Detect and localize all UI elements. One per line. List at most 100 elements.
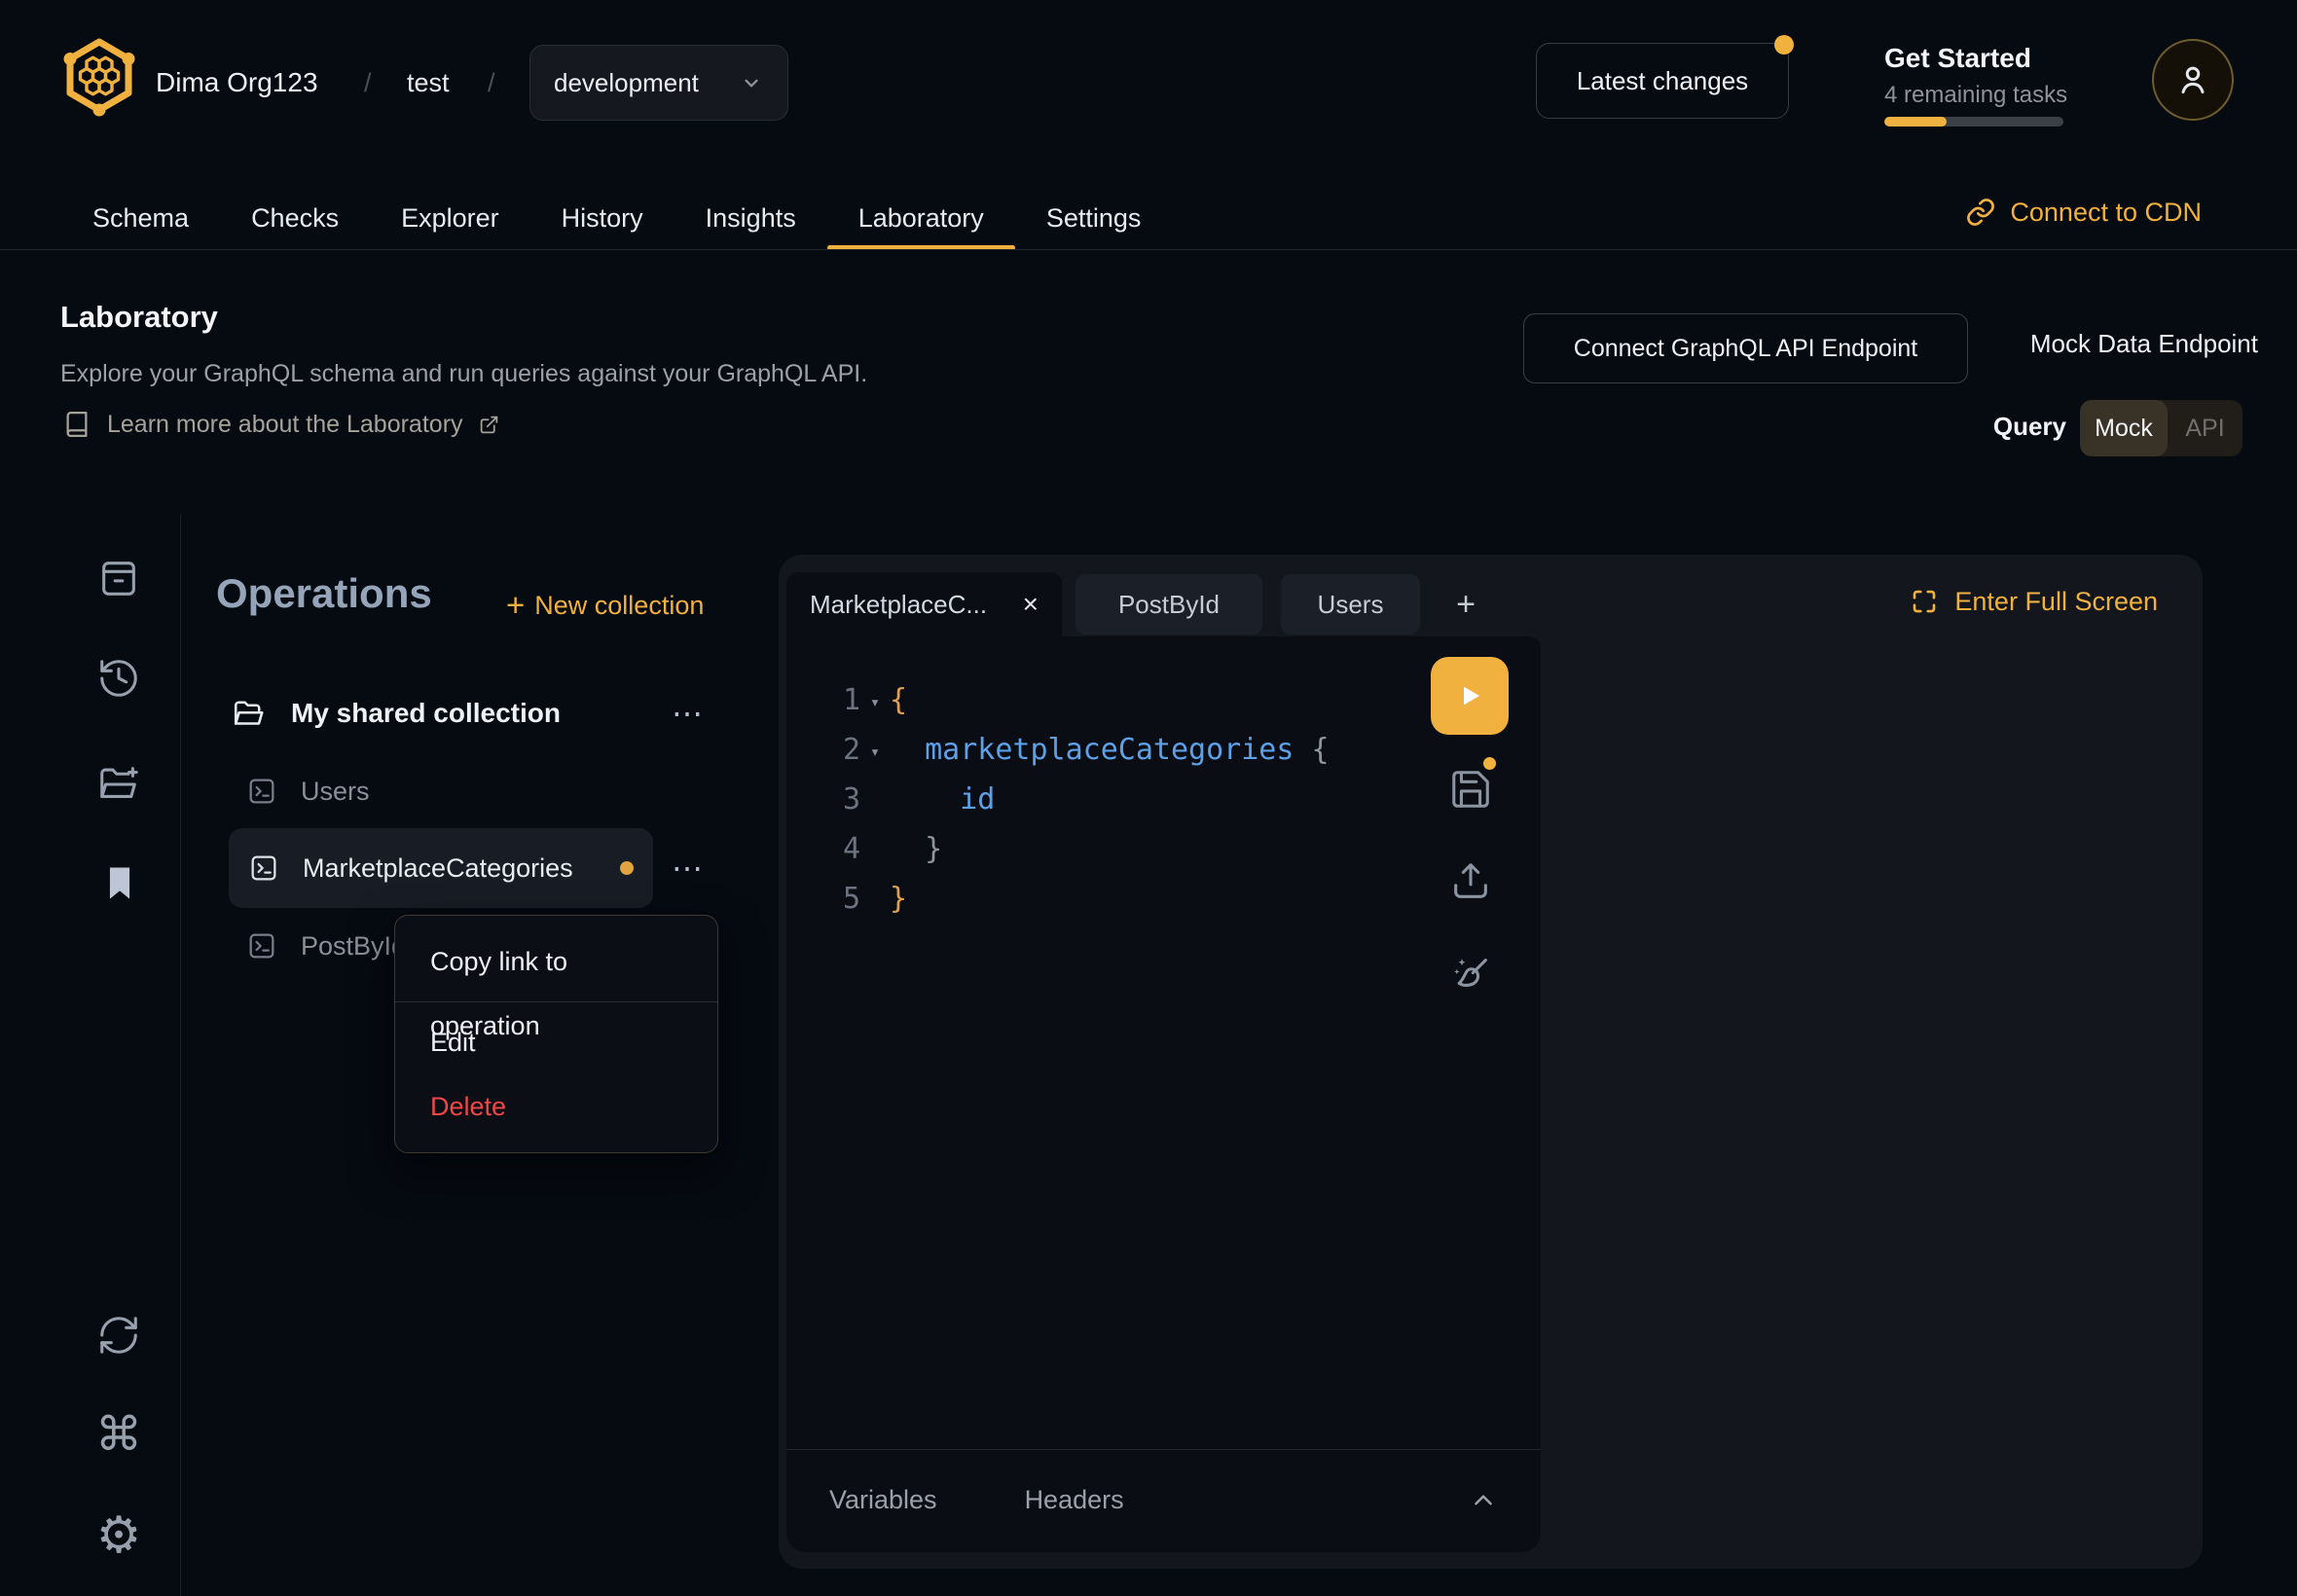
learn-more-label: Learn more about the Laboratory <box>107 411 463 439</box>
laboratory-editor-panel: MarketplaceC... × PostById Users + Enter… <box>779 555 2203 1569</box>
code-token: { <box>1311 733 1329 767</box>
user-avatar[interactable] <box>2152 39 2234 121</box>
environment-select[interactable]: development <box>529 45 788 121</box>
tab-schema[interactable]: Schema <box>61 191 220 250</box>
code-line: 2 ▾ marketplaceCategories { <box>823 725 1330 775</box>
code-token <box>1294 733 1311 767</box>
primary-nav: Schema Checks Explorer History Insights … <box>61 191 1172 250</box>
mock-data-endpoint-button[interactable]: Mock Data Endpoint <box>2030 329 2258 359</box>
operation-icon <box>246 776 277 807</box>
headers-tab[interactable]: Headers <box>1025 1485 1124 1515</box>
operation-row-postbyid[interactable]: PostById <box>246 923 406 969</box>
tab-checks[interactable]: Checks <box>220 191 370 250</box>
menu-item-copy-link[interactable]: Copy link to operation <box>395 929 717 994</box>
editor-tab-marketplacecategories[interactable]: MarketplaceC... × <box>786 572 1062 636</box>
line-number: 2 <box>823 733 860 767</box>
get-started-title: Get Started <box>1884 43 2031 74</box>
tab-settings[interactable]: Settings <box>1015 191 1173 250</box>
operation-row-marketplacecategories[interactable]: MarketplaceCategories <box>229 828 653 908</box>
fold-marker-icon <box>860 896 890 901</box>
menu-item-edit[interactable]: Edit <box>395 1010 717 1074</box>
query-editor[interactable]: 1 ▾ { 2 ▾ marketplaceCategories { 3 id 4 <box>786 636 1541 1552</box>
code-token <box>890 733 925 767</box>
code-token: } <box>890 882 907 916</box>
tab-explorer[interactable]: Explorer <box>370 191 530 250</box>
get-started-subtitle: 4 remaining tasks <box>1884 82 2067 109</box>
enter-fullscreen-button[interactable]: Enter Full Screen <box>1910 582 2158 621</box>
variables-tab[interactable]: Variables <box>829 1485 937 1515</box>
toggle-option-mock[interactable]: Mock <box>2080 400 2168 456</box>
line-number: 3 <box>823 782 860 816</box>
breadcrumb-org[interactable]: Dima Org123 <box>156 64 318 101</box>
sidebar-archive-box-icon[interactable] <box>96 556 141 600</box>
tab-insights[interactable]: Insights <box>675 191 827 250</box>
new-collection-button[interactable]: + New collection <box>506 584 704 627</box>
collection-menu-button[interactable]: ⋯ <box>666 692 709 735</box>
code-line: 1 ▾ { <box>823 675 1330 725</box>
sidebar-history-icon[interactable] <box>96 656 141 701</box>
code-token <box>890 782 960 816</box>
hive-logo-icon[interactable] <box>58 35 140 123</box>
operation-row-users[interactable]: Users <box>246 768 370 815</box>
book-icon <box>62 409 91 440</box>
sidebar-shortcuts-icon[interactable]: ⌘ <box>93 1407 144 1462</box>
latest-changes-button[interactable]: Latest changes <box>1536 43 1789 119</box>
person-icon <box>2172 59 2213 100</box>
operation-name: Users <box>301 777 370 807</box>
fold-marker-icon[interactable]: ▾ <box>860 738 890 762</box>
unsaved-changes-dot <box>620 861 634 875</box>
external-link-icon <box>479 415 499 435</box>
save-operation-button[interactable] <box>1448 767 1493 812</box>
connect-to-cdn-link[interactable]: Connect to CDN <box>1965 191 2202 234</box>
connect-endpoint-button[interactable]: Connect GraphQL API Endpoint <box>1523 313 1968 383</box>
sidebar-refetch-icon[interactable] <box>96 1313 141 1358</box>
run-query-button[interactable] <box>1431 657 1509 735</box>
sidebar-folder-plus-icon[interactable] <box>96 762 141 807</box>
operation-icon <box>248 852 279 884</box>
operation-name: MarketplaceCategories <box>303 853 573 884</box>
expand-icon <box>1910 587 1939 616</box>
sidebar-bookmark-icon[interactable] <box>98 861 141 906</box>
sidebar-settings-gear-icon[interactable]: ⚙ <box>93 1506 144 1565</box>
chevron-up-icon[interactable] <box>1469 1486 1498 1515</box>
chevron-down-icon <box>739 70 764 95</box>
breadcrumb-separator: / <box>488 64 495 101</box>
editor-tab-postbyid[interactable]: PostById <box>1076 574 1262 635</box>
operation-menu-button[interactable]: ⋯ <box>666 847 709 889</box>
breadcrumb-project[interactable]: test <box>407 64 450 101</box>
share-operation-button[interactable] <box>1448 858 1493 903</box>
operation-icon <box>246 930 277 961</box>
code-token: { <box>890 683 907 717</box>
tab-laboratory[interactable]: Laboratory <box>827 191 1015 250</box>
query-target-toggle: Mock API <box>2080 400 2242 456</box>
fold-marker-icon <box>860 797 890 802</box>
collection-row[interactable]: My shared collection <box>231 688 561 739</box>
plus-icon: + <box>506 587 525 624</box>
fold-marker-icon <box>860 847 890 852</box>
add-tab-button[interactable]: + <box>1439 574 1493 635</box>
learn-more-link[interactable]: Learn more about the Laboratory <box>62 409 499 440</box>
latest-changes-label: Latest changes <box>1577 66 1748 96</box>
prettify-query-button[interactable] <box>1448 952 1493 997</box>
code-token: id <box>960 782 995 816</box>
editor-tab-users[interactable]: Users <box>1281 574 1420 635</box>
toggle-option-api[interactable]: API <box>2168 400 2242 456</box>
play-icon <box>1454 680 1485 711</box>
code-token: marketplaceCategories <box>925 733 1294 767</box>
folder-open-icon <box>231 696 266 731</box>
operation-context-menu: Copy link to operation Edit Delete <box>394 915 718 1153</box>
code-line: 4 } <box>823 824 1330 874</box>
page-description: Explore your GraphQL schema and run quer… <box>60 360 867 388</box>
environment-select-value: development <box>554 68 699 98</box>
fold-marker-icon[interactable]: ▾ <box>860 688 890 712</box>
line-number: 1 <box>823 683 860 717</box>
sidebar-divider <box>180 514 181 1596</box>
unsaved-changes-dot <box>1483 757 1496 770</box>
tab-history[interactable]: History <box>530 191 675 250</box>
nav-divider <box>0 249 2297 250</box>
menu-item-delete[interactable]: Delete <box>395 1074 717 1139</box>
line-number: 5 <box>823 882 860 916</box>
close-tab-icon[interactable]: × <box>1023 589 1039 620</box>
query-label: Query <box>1993 412 2066 442</box>
new-collection-label: New collection <box>534 591 704 621</box>
